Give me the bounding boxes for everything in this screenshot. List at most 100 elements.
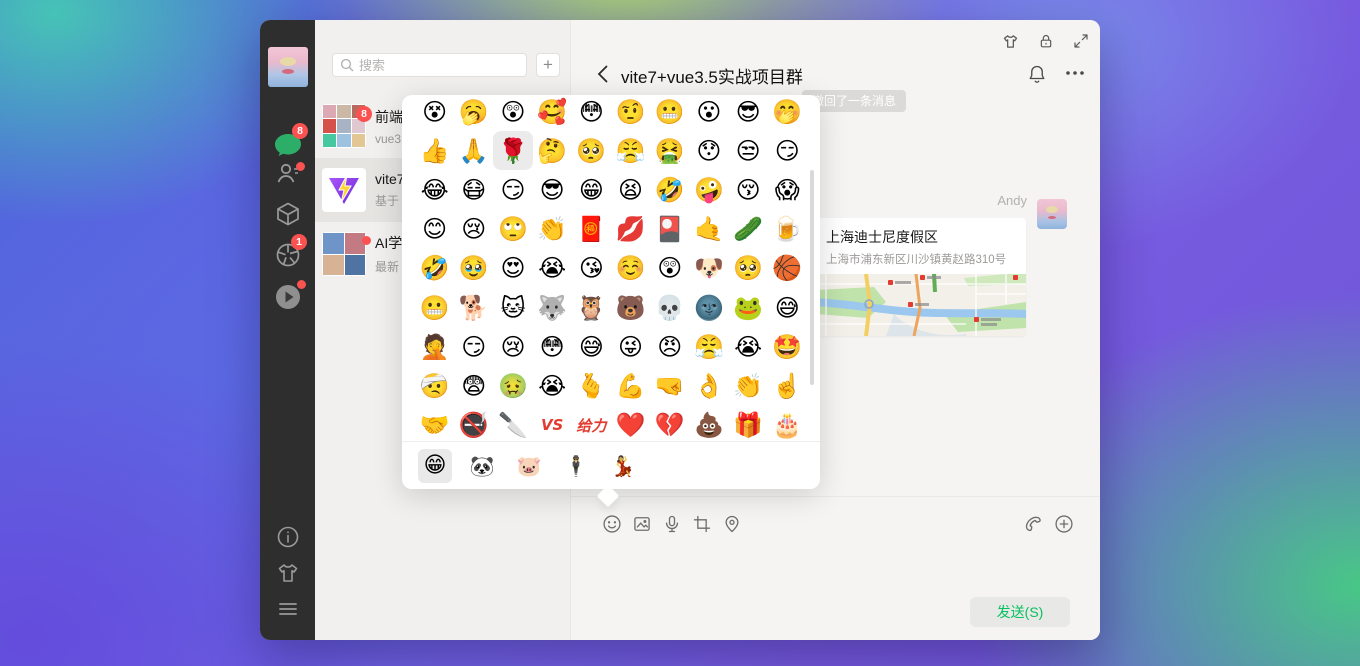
emoji-cell[interactable]: 给力 [572,406,611,442]
emoji-cell[interactable]: 😭 [729,327,768,366]
emoji-cell[interactable]: 🥹 [454,249,493,288]
emoji-cell[interactable]: 😤 [689,327,728,366]
emoji-cell[interactable]: 😳 [572,95,611,131]
emoji-cell[interactable]: 🤦 [415,327,454,366]
user-avatar[interactable] [268,47,308,87]
emoji-cell[interactable]: 😁 [572,170,611,209]
emoji-cell[interactable]: 💔 [650,406,689,442]
emoji-cell[interactable]: ❤️ [611,406,650,442]
emoji-cell[interactable]: 🔪 [493,406,532,442]
emoji-cell[interactable]: 🤕 [415,366,454,405]
emoji-cell[interactable]: 🤭 [768,95,807,131]
emoji-cell[interactable]: 😠 [650,327,689,366]
emoji-cell[interactable]: 🤔 [533,131,572,170]
emoji-cell[interactable]: 🚭 [454,406,493,442]
search-box[interactable] [332,53,527,77]
emoji-cell[interactable]: 😒 [729,131,768,170]
emoji-cell[interactable]: 😊 [415,210,454,249]
emoji-cell[interactable]: 😬 [415,288,454,327]
emoji-cell[interactable]: 🎂 [768,406,807,442]
emoji-cell[interactable]: 🤨 [611,95,650,131]
emoji-cell[interactable]: 😂 [415,170,454,209]
emoji-cell[interactable]: 😍 [493,249,532,288]
emoji-cell[interactable]: ☺️ [611,249,650,288]
emoji-cell[interactable]: 😲 [493,95,532,131]
nav-collect[interactable] [260,201,315,227]
emoji-cell[interactable]: 🥱 [454,95,493,131]
emoji-cell[interactable]: 🐱 [493,288,532,327]
emoji-cell[interactable]: 👌 [689,366,728,405]
emoji-cell[interactable]: 🏀 [768,249,807,288]
location-message-card[interactable]: 上海迪士尼度假区 上海市浦东新区川沙镇黄赵路310号 [816,218,1026,336]
emoji-cell[interactable]: 🙏 [454,131,493,170]
emoji-cell[interactable]: 🤩 [768,327,807,366]
lock-icon[interactable] [1038,33,1054,50]
emoji-cell[interactable]: 😅 [572,327,611,366]
emoji-cell[interactable]: 😳 [533,327,572,366]
nav-chats[interactable] [260,132,315,160]
emoji-cell[interactable]: 💩 [689,406,728,442]
search-input[interactable] [359,58,509,73]
emoji-cell[interactable]: 😲 [650,249,689,288]
emoji-cell[interactable]: 😵 [415,95,454,131]
emoji-panel-scrollbar[interactable] [810,170,814,385]
nav-contacts[interactable] [260,159,315,187]
emoji-cell[interactable]: 🤪 [689,170,728,209]
sender-avatar[interactable] [1037,199,1067,229]
emoji-cell[interactable]: 😜 [611,327,650,366]
emoji-cell[interactable]: 🐕 [454,288,493,327]
emoji-cell[interactable]: 🤜 [650,366,689,405]
emoji-cell[interactable]: 😯 [689,131,728,170]
sticker-pack-tab-2[interactable]: 🐷 [512,449,546,483]
image-icon[interactable] [632,514,652,534]
emoji-cell[interactable]: 🙄 [493,210,532,249]
microphone-icon[interactable] [662,514,682,534]
emoji-cell[interactable]: 💪 [611,366,650,405]
add-chat-button[interactable]: + [536,53,560,77]
sticker-pack-tab-3[interactable]: 🕴 [559,449,593,483]
emoji-cell[interactable]: 🤮 [650,131,689,170]
back-icon[interactable] [597,65,608,83]
emoji-cell[interactable]: 🤢 [493,366,532,405]
location-icon[interactable] [722,514,742,534]
attach-icon[interactable] [1054,514,1074,534]
emoji-cell[interactable]: 😨 [454,366,493,405]
bell-icon[interactable] [1028,64,1046,84]
emoji-cell[interactable]: 🌚 [689,288,728,327]
emoji-cell[interactable]: 😎 [729,95,768,131]
more-icon[interactable] [1065,70,1085,76]
emoji-cell[interactable]: 😭 [533,366,572,405]
emoji-cell[interactable]: 💋 [611,210,650,249]
call-icon[interactable] [1022,514,1042,534]
emoji-cell[interactable]: 🦉 [572,288,611,327]
emoji-cell[interactable]: ☝️ [768,366,807,405]
emoji-cell[interactable]: 🧧 [572,210,611,249]
emoji-cell[interactable]: 😬 [650,95,689,131]
emoji-cell[interactable]: 😫 [611,170,650,209]
theme-icon[interactable] [1002,33,1019,50]
emoji-cell[interactable]: 😏 [768,131,807,170]
emoji-cell[interactable]: 😘 [572,249,611,288]
emoji-cell[interactable]: 🐻 [611,288,650,327]
emoji-cell[interactable]: 🤣 [415,249,454,288]
emoji-cell[interactable]: 👏 [533,210,572,249]
emoji-cell[interactable]: 🐺 [533,288,572,327]
emoji-tab-default[interactable]: 😁 [418,449,452,483]
screenshot-icon[interactable] [692,514,712,534]
emoji-cell[interactable]: 🐸 [729,288,768,327]
emoji-cell[interactable]: 🎁 [729,406,768,442]
emoji-scroll-area[interactable]: 😵🥱😲🥰😳🤨😬😮😎🤭👍🙏🌹🤔🥺😤🤮😯😒😏😂😷😏😎😁😫🤣🤪😚😱😊😢🙄👏🧧💋🎴🤙🥒🍺… [402,95,820,441]
nav-channels[interactable] [260,283,315,311]
emoji-cell[interactable]: 👍 [415,131,454,170]
sticker-pack-tab-1[interactable]: 🐼 [465,449,499,483]
emoji-cell[interactable]: 😷 [454,170,493,209]
emoji-cell[interactable]: 🫰 [572,366,611,405]
emoji-icon[interactable] [602,514,622,534]
nav-moments[interactable] [260,242,315,268]
emoji-cell[interactable]: 😏 [493,170,532,209]
emoji-cell[interactable]: 😢 [493,327,532,366]
emoji-cell[interactable]: 🤙 [689,210,728,249]
emoji-cell[interactable]: 👏 [729,366,768,405]
emoji-cell[interactable]: 🐶 [689,249,728,288]
emoji-cell[interactable]: 😮 [689,95,728,131]
